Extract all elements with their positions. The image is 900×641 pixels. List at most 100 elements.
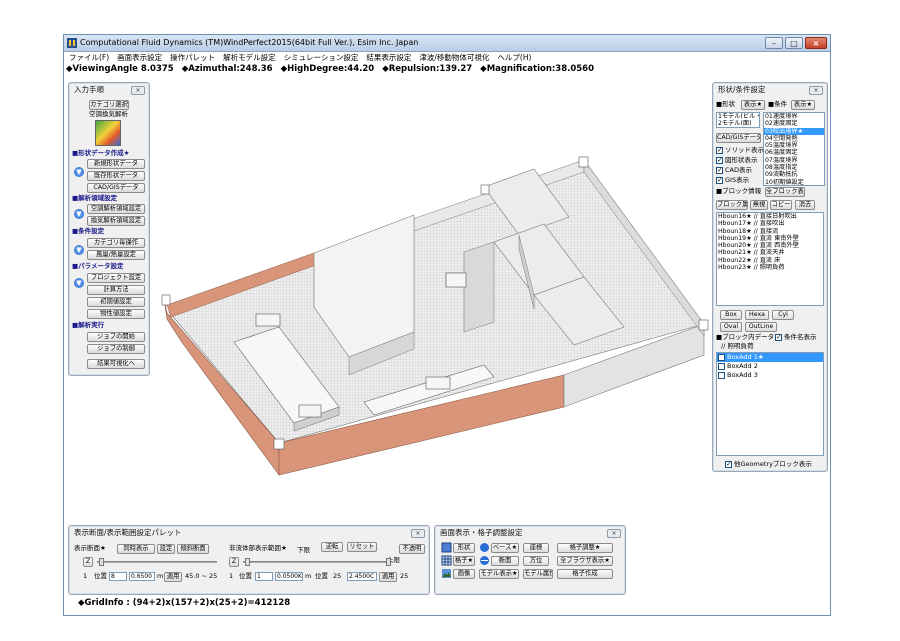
- box-button[interactable]: Box: [720, 310, 742, 320]
- minimize-button[interactable]: –: [765, 37, 783, 49]
- display-panel-close-button[interactable]: ×: [607, 529, 621, 538]
- figure-checkbox[interactable]: [716, 156, 723, 165]
- condition-item[interactable]: 06温度固定: [764, 149, 824, 156]
- left-value-input[interactable]: 0.6500: [129, 572, 155, 581]
- simultaneous-display-button[interactable]: 同時表示: [117, 544, 155, 554]
- menu-file[interactable]: ファイル(F): [69, 52, 109, 64]
- calc-method-button[interactable]: 計算方法: [87, 285, 145, 295]
- block-item[interactable]: Hboun22★ // 直流 床: [717, 257, 823, 264]
- grid-create-button[interactable]: 格子作成: [557, 569, 613, 579]
- menu-tsunami[interactable]: 津波/移動物体可視化: [419, 52, 489, 64]
- close-button[interactable]: ×: [805, 37, 827, 49]
- condition-item-selected[interactable]: 03吹出境界★: [764, 127, 824, 135]
- wind-heat-button[interactable]: 風量/熱量設定: [87, 250, 145, 260]
- condition-item[interactable]: 10初期値設定: [764, 179, 824, 185]
- cad-checkbox[interactable]: [716, 166, 723, 175]
- right-value2-input[interactable]: 2.4500C: [347, 572, 377, 581]
- title-bar[interactable]: Computational Fluid Dynamics (TM)WindPer…: [64, 35, 830, 52]
- property-values-button[interactable]: 物性値設定: [87, 309, 145, 319]
- box-3-checkbox[interactable]: [718, 372, 725, 379]
- outline-button[interactable]: OutLine: [745, 322, 777, 332]
- ac-region-button[interactable]: 空調解析領域設定: [87, 204, 145, 214]
- ignore-button[interactable]: 無視: [750, 200, 768, 210]
- solid-display-check[interactable]: ソリッド表示: [716, 146, 764, 155]
- condition-item[interactable]: 07温度境界: [764, 157, 824, 164]
- box-item-2[interactable]: BoxAdd 2: [717, 362, 823, 371]
- model-item-2[interactable]: 2モデル(面): [717, 120, 759, 127]
- model-list[interactable]: 1モデル(ビル・) 2モデル(面): [716, 112, 760, 128]
- model-display-button[interactable]: モデル表示★: [479, 569, 519, 579]
- cyl-button[interactable]: Cyl: [772, 310, 794, 320]
- visualize-results-button[interactable]: 結果可視化へ: [87, 359, 145, 369]
- right-value-input[interactable]: 0.0500K: [275, 572, 303, 581]
- base-button[interactable]: ベース★: [491, 543, 519, 553]
- figure-display-check[interactable]: 図形状表示: [716, 156, 758, 165]
- shape-display-toggle[interactable]: 形状: [453, 543, 475, 553]
- other-geometry-checkbox[interactable]: [725, 460, 732, 469]
- initial-values-button[interactable]: 初期値設定: [87, 297, 145, 307]
- new-shape-button[interactable]: 新規形状データ: [87, 159, 145, 169]
- menu-palette[interactable]: 操作パレット: [170, 52, 215, 64]
- box-1-checkbox[interactable]: [718, 354, 725, 361]
- section-slider-left[interactable]: [97, 558, 217, 566]
- block-attr-button[interactable]: ブロック属性: [716, 200, 748, 210]
- menu-simulation[interactable]: シミュレーション設定: [284, 52, 359, 64]
- condition-item[interactable]: 09流動抵抗: [764, 171, 824, 178]
- block-list[interactable]: Hboun16★ // 直接日射吹出 Hboun17★ // 直接吹出 Hbou…: [716, 212, 824, 306]
- block-item[interactable]: Hboun17★ // 直接吹出: [717, 220, 823, 227]
- all-browser-button[interactable]: 全ブラウザ表示★: [557, 556, 613, 566]
- delete-button[interactable]: 消去: [795, 200, 815, 210]
- condition-list[interactable]: 01速度境界 02速度固定 03吹出境界★ 04空間発熱 05温度境界 06温度…: [763, 112, 825, 186]
- cond-display-button[interactable]: 表示★: [791, 100, 815, 110]
- condition-item[interactable]: 02速度固定: [764, 120, 824, 127]
- oval-button[interactable]: Oval: [720, 322, 742, 332]
- shape-panel-close-button[interactable]: ×: [809, 86, 823, 95]
- menu-result[interactable]: 結果表示設定: [366, 52, 411, 64]
- reset-button[interactable]: リセット: [347, 542, 377, 552]
- job-control-button[interactable]: ジョブの制御: [87, 344, 145, 354]
- box-list[interactable]: BoxAdd 1★ BoxAdd 2 BoxAdd 3: [716, 352, 824, 456]
- menu-model[interactable]: 解析モデル設定: [223, 52, 276, 64]
- category-thumbnail[interactable]: [95, 120, 121, 146]
- category-op-button[interactable]: カテゴリ毎操作: [87, 238, 145, 248]
- block-item[interactable]: Hboun23★ // 照明負荷: [717, 264, 823, 271]
- right-position-input[interactable]: 1: [255, 572, 273, 581]
- cond-name-checkbox[interactable]: [775, 333, 782, 342]
- box-item-3[interactable]: BoxAdd 3: [717, 371, 823, 380]
- image-button[interactable]: 画像: [453, 569, 475, 579]
- axis-right-select[interactable]: Z: [229, 557, 239, 567]
- section-button[interactable]: 断面: [491, 556, 519, 566]
- cond-name-check[interactable]: 条件名表示: [775, 333, 817, 342]
- block-item[interactable]: Hboun21★ // 直流天井: [717, 249, 823, 256]
- shape-display-button[interactable]: 表示★: [741, 100, 765, 110]
- solid-checkbox[interactable]: [716, 146, 723, 155]
- category-select-button[interactable]: カテゴリ選択: [89, 100, 129, 110]
- copy-button[interactable]: コピー: [770, 200, 792, 210]
- box-2-checkbox[interactable]: [718, 363, 725, 370]
- grid-button[interactable]: 格子★: [453, 556, 475, 566]
- job-start-button[interactable]: ジョブの開始: [87, 332, 145, 342]
- left-apply-button[interactable]: 適用: [164, 572, 182, 582]
- direction-button[interactable]: 方位: [523, 556, 549, 566]
- menu-display[interactable]: 画面表示設定: [117, 52, 162, 64]
- project-settings-button[interactable]: プロジェクト設定: [87, 273, 145, 283]
- coordinate-button[interactable]: 座標: [523, 543, 549, 553]
- input-panel-close-button[interactable]: ×: [131, 86, 145, 95]
- cad-gis-data-button[interactable]: CAD/GISデータ: [87, 183, 145, 193]
- section-panel-close-button[interactable]: ×: [411, 529, 425, 538]
- grid-adjust-button[interactable]: 格子調整★: [557, 543, 613, 553]
- cad-gis-button[interactable]: CAD/GISデータ: [716, 133, 761, 143]
- cad-display-check[interactable]: CAD表示: [716, 166, 752, 175]
- gis-display-check[interactable]: GIS表示: [716, 176, 749, 185]
- range-slider-right[interactable]: [243, 558, 393, 566]
- other-geometry-check[interactable]: 他Geometryブロック表示: [725, 460, 812, 469]
- invert-button[interactable]: 逆転: [321, 542, 343, 552]
- left-position-input[interactable]: 8: [109, 572, 127, 581]
- section-settings-button[interactable]: 設定: [157, 544, 175, 554]
- existing-shape-button[interactable]: 既存形状データ: [87, 171, 145, 181]
- vent-region-button[interactable]: 換気解析領域設定: [87, 216, 145, 226]
- maximize-button[interactable]: □: [785, 37, 803, 49]
- menu-help[interactable]: ヘルプ(H): [497, 52, 531, 64]
- model-attr-button[interactable]: モデル属性: [523, 569, 553, 579]
- block-item[interactable]: Hboun18★ // 直接流: [717, 228, 823, 235]
